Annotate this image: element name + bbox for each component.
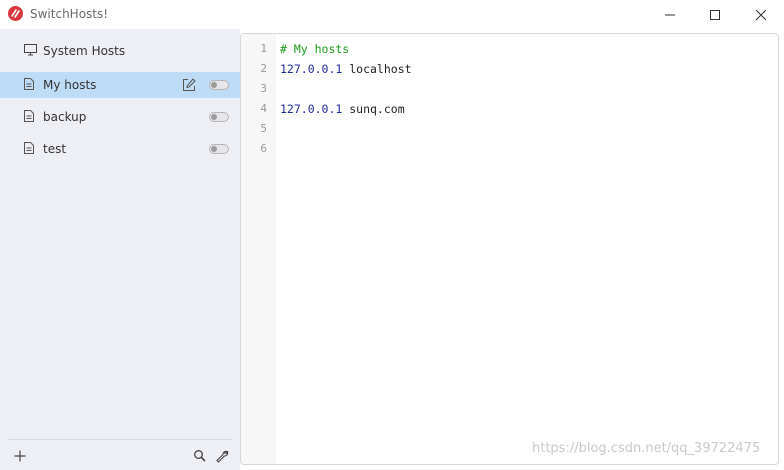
editor-line: 5 — [241, 119, 741, 139]
sidebar-item-system-hosts[interactable]: System Hosts — [0, 37, 240, 65]
sidebar-item-label: test — [43, 142, 67, 156]
file-icon — [24, 110, 36, 124]
watermark-text: https://blog.csdn.net/qq_39722475 — [532, 441, 761, 456]
sidebar: System Hosts My hosts backup test — [0, 29, 240, 470]
code-host: sunq.com — [342, 102, 405, 116]
editor-line: 3 — [241, 79, 741, 99]
file-icon — [24, 78, 36, 92]
line-number: 1 — [260, 42, 267, 55]
edit-icon[interactable] — [182, 78, 196, 92]
line-number: 2 — [260, 62, 267, 75]
close-button[interactable] — [738, 0, 784, 29]
line-number: 4 — [260, 102, 267, 115]
sidebar-item-test[interactable]: test — [0, 136, 240, 162]
code-ip: 127.0.0.1 — [280, 62, 343, 76]
toggle-switch[interactable] — [209, 80, 229, 90]
code-ip: 127.0.0.1 — [280, 102, 343, 116]
minimize-button[interactable] — [647, 0, 693, 29]
line-number: 5 — [260, 122, 267, 135]
code-host: localhost — [342, 62, 412, 76]
sidebar-item-backup[interactable]: backup — [0, 104, 240, 130]
app-logo-icon — [8, 6, 23, 21]
sidebar-item-my-hosts[interactable]: My hosts — [0, 72, 240, 98]
file-icon — [24, 142, 36, 156]
line-number: 6 — [260, 142, 267, 155]
monitor-icon — [24, 44, 37, 58]
sidebar-item-label: System Hosts — [43, 44, 126, 58]
maximize-button[interactable] — [692, 0, 738, 29]
app-title: SwitchHosts! — [30, 7, 109, 21]
wrench-icon[interactable] — [215, 449, 230, 463]
line-number: 3 — [260, 82, 267, 95]
hosts-editor[interactable]: 1 # My hosts 2 127.0.0.1 localhost 3 4 1… — [240, 33, 779, 465]
toggle-switch[interactable] — [209, 144, 229, 154]
sidebar-item-label: My hosts — [43, 78, 97, 92]
editor-line: 4 127.0.0.1 sunq.com — [241, 99, 741, 119]
sidebar-divider — [8, 439, 232, 440]
editor-line: 2 127.0.0.1 localhost — [241, 59, 741, 79]
code-comment: # My hosts — [280, 42, 350, 56]
add-icon[interactable] — [13, 449, 27, 463]
editor-line: 1 # My hosts — [241, 39, 741, 59]
sidebar-item-label: backup — [43, 110, 87, 124]
toggle-switch[interactable] — [209, 112, 229, 122]
title-bar: SwitchHosts! — [0, 0, 784, 29]
search-icon[interactable] — [193, 449, 207, 463]
editor-line: 6 — [241, 139, 741, 159]
